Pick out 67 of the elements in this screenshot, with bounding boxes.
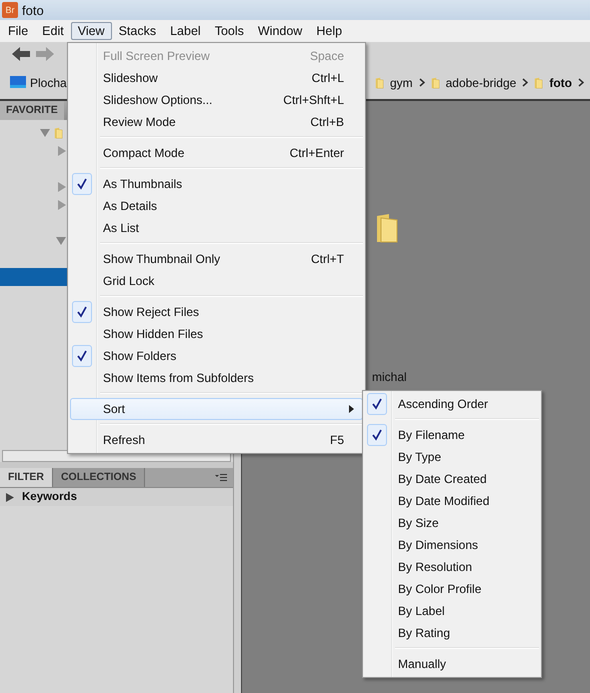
submenu-arrow-icon — [349, 405, 354, 413]
desktop-icon — [10, 76, 26, 89]
checkmark-icon — [367, 393, 387, 415]
forward-arrow-icon[interactable] — [36, 47, 54, 61]
path-shortcut[interactable]: Plocha — [10, 76, 67, 90]
back-arrow-icon[interactable] — [12, 47, 30, 61]
menu-bar-item[interactable]: Stacks — [112, 22, 164, 40]
app-icon: Br — [2, 2, 18, 18]
folder-icon — [534, 76, 544, 90]
menu-item[interactable]: By Color Profile — [365, 578, 539, 600]
panel-tab[interactable]: FILTER — [0, 468, 53, 487]
expand-arrow-icon[interactable] — [40, 129, 50, 137]
folder-icon — [374, 212, 400, 244]
menu-item[interactable]: By Filename — [365, 424, 539, 446]
menu-item[interactable]: Slideshow Options... Ctrl+Shft+L — [70, 89, 363, 111]
menu-item[interactable]: As List — [70, 217, 363, 239]
breadcrumb[interactable]: adobe-bridge — [430, 76, 516, 90]
menu-bar-item[interactable]: View — [70, 22, 112, 40]
panel-tab[interactable]: COLLECTIONS — [52, 468, 146, 487]
panel-tab[interactable]: FAVORITE — [0, 101, 64, 120]
menu-item[interactable]: By Size — [365, 512, 539, 534]
menu-bar-item[interactable]: Tools — [208, 22, 251, 40]
menu-bar-item[interactable]: Label — [163, 22, 208, 40]
menu-item[interactable]: Show Folders — [70, 345, 363, 367]
menu-bar-item[interactable]: Edit — [35, 22, 71, 40]
menu-item[interactable]: Review Mode Ctrl+B — [70, 111, 363, 133]
menu-bar-item[interactable]: Help — [309, 22, 350, 40]
menu-item[interactable]: Slideshow Ctrl+L — [70, 67, 363, 89]
menu-item[interactable]: By Dimensions — [365, 534, 539, 556]
checkmark-icon — [367, 424, 387, 446]
collapse-arrow-icon[interactable] — [6, 492, 14, 502]
menu-bar-item[interactable]: Window — [250, 22, 310, 40]
menu-item[interactable]: By Resolution — [365, 556, 539, 578]
menu-item[interactable]: By Label — [365, 600, 539, 622]
menu-item[interactable]: Sort — [70, 398, 363, 420]
menu-item[interactable]: By Date Modified — [365, 490, 539, 512]
filter-row[interactable]: Keywords — [0, 488, 233, 506]
folder-icon — [54, 126, 63, 140]
menu-item[interactable]: As Details — [70, 195, 363, 217]
breadcrumb[interactable]: gym — [374, 76, 413, 90]
menu-item[interactable]: Compact Mode Ctrl+Enter — [70, 142, 363, 164]
menu-item[interactable]: Show Reject Files — [70, 301, 363, 323]
window-title: foto — [22, 2, 44, 18]
breadcrumb[interactable]: foto — [534, 76, 572, 90]
menu-item[interactable]: Ascending Order — [365, 393, 539, 415]
panel-menu-icon[interactable] — [215, 474, 227, 481]
checkmark-icon — [72, 173, 92, 195]
thumbnail-label: michal — [372, 370, 407, 384]
menu-item[interactable]: Show Thumbnail Only Ctrl+T — [70, 248, 363, 270]
checkmark-icon — [72, 345, 92, 367]
folder-icon — [374, 76, 384, 90]
checkmark-icon — [72, 301, 92, 323]
menu-item[interactable]: Show Hidden Files — [70, 323, 363, 345]
menu-bar-item[interactable]: File — [1, 22, 36, 40]
menu-item[interactable]: By Type — [365, 446, 539, 468]
chevron-icon[interactable] — [522, 78, 528, 87]
folder-icon — [430, 76, 440, 90]
chevron-icon[interactable] — [418, 78, 425, 87]
chevron-icon[interactable] — [578, 78, 584, 87]
menu-item[interactable]: By Date Created — [365, 468, 539, 490]
menu-item[interactable]: Refresh F5 — [70, 429, 363, 451]
menu-item[interactable]: As Thumbnails — [70, 173, 363, 195]
menu-item[interactable]: Show Items from Subfolders — [70, 367, 363, 389]
menu-item[interactable]: By Rating — [365, 622, 539, 644]
expand-arrow-icon[interactable] — [56, 237, 66, 245]
menu-item[interactable]: Grid Lock — [70, 270, 363, 292]
menu-item[interactable]: Manually — [365, 653, 539, 675]
